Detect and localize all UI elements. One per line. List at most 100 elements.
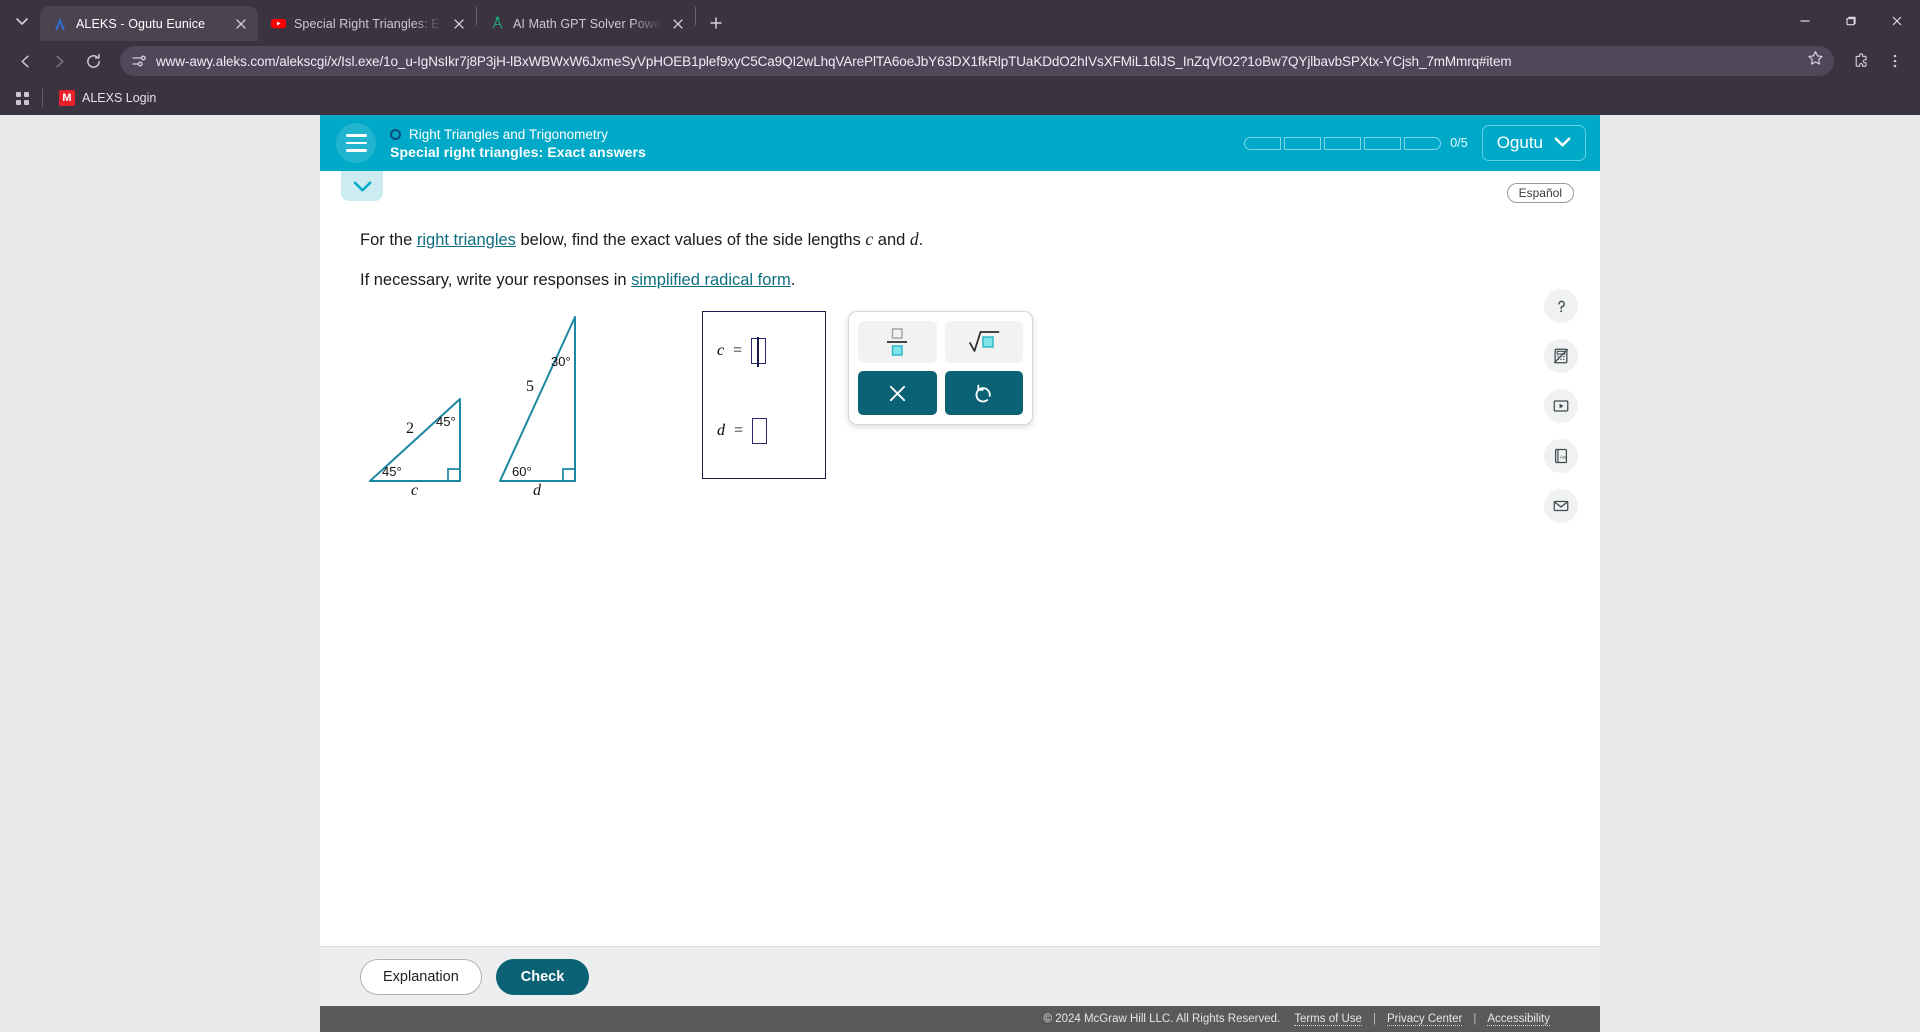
answer-input-panel[interactable]: c = d = xyxy=(702,311,826,479)
right-triangles-link[interactable]: right triangles xyxy=(417,231,516,249)
triangle-1-hypotenuse-label: 2 xyxy=(406,420,414,437)
separator: | xyxy=(1372,1013,1376,1025)
calculator-disabled-icon[interactable] xyxy=(1544,339,1578,373)
triangle-2-angle-top-right: 30° xyxy=(551,354,571,369)
q1-mid: below, find the exact values of the side… xyxy=(515,231,866,249)
omnibox-actions xyxy=(1807,50,1824,72)
extensions-icon[interactable] xyxy=(1846,46,1876,76)
help-icon[interactable] xyxy=(1544,289,1578,323)
answer-input-c[interactable] xyxy=(751,337,767,367)
browser-menu-icon[interactable] xyxy=(1880,46,1910,76)
user-name: Ogutu xyxy=(1496,133,1543,152)
glossary-icon[interactable]: Aa xyxy=(1544,439,1578,473)
browser-tab-0[interactable]: ALEKS - Ogutu Eunice xyxy=(40,6,258,41)
answer-label-d: d xyxy=(717,422,725,439)
page-title: Special right triangles: Exact answers xyxy=(390,143,646,160)
progress-count: 0/5 xyxy=(1450,136,1468,150)
q2-end: . xyxy=(790,271,796,289)
square-root-key[interactable] xyxy=(944,321,1023,363)
bookmark-item-0[interactable]: M ALEXS Login xyxy=(53,87,162,109)
triangle-1-angle-bottom-left: 45° xyxy=(382,464,402,479)
maximize-icon[interactable] xyxy=(1828,0,1874,41)
svg-text:Aa: Aa xyxy=(1560,454,1566,460)
browser-tab-1[interactable]: Special Right Triangles: Exact A xyxy=(258,6,476,41)
minimize-icon[interactable] xyxy=(1782,0,1828,41)
forward-icon[interactable] xyxy=(44,46,74,76)
accessibility-link[interactable]: Accessibility xyxy=(1487,1013,1550,1026)
fraction-key[interactable] xyxy=(858,321,937,363)
progress-segment xyxy=(1404,136,1442,150)
undo-button[interactable] xyxy=(944,371,1023,415)
triangle-2-hypotenuse-label: 5 xyxy=(526,378,534,395)
tab-search-button[interactable] xyxy=(4,6,40,36)
equals-sign: = xyxy=(734,422,744,439)
simplified-radical-form-link[interactable]: simplified radical form xyxy=(631,271,791,289)
collapse-panel-button[interactable] xyxy=(341,171,383,201)
separator: | xyxy=(1473,1013,1477,1025)
progress-segment xyxy=(1284,136,1322,150)
tab-divider xyxy=(695,7,696,25)
copyright-text: © 2024 McGraw Hill LLC. All Rights Reser… xyxy=(1043,1013,1281,1025)
q1-and: and xyxy=(873,231,910,249)
answer-row-d: d = xyxy=(717,418,768,444)
answer-input-d[interactable] xyxy=(752,418,768,444)
q1-var-d: d xyxy=(909,229,919,249)
keypad-symbol-row xyxy=(858,321,1023,363)
bookmark-star-icon[interactable] xyxy=(1807,50,1824,72)
question-body: For the right triangles below, find the … xyxy=(320,171,1600,496)
close-icon[interactable] xyxy=(232,15,250,33)
triangle-2-angle-bottom-left: 60° xyxy=(512,464,532,479)
address-bar[interactable]: www-awy.aleks.com/alekscgi/x/Isl.exe/1o_… xyxy=(120,46,1834,76)
aleks-app: Right Triangles and Trigonometry Special… xyxy=(320,115,1600,1032)
answer-row-c: c = xyxy=(717,337,767,367)
user-menu-button[interactable]: Ogutu xyxy=(1481,125,1586,161)
header-topic: Right Triangles and Trigonometry xyxy=(409,126,608,142)
triangle-1-angle-top-right: 45° xyxy=(436,414,456,429)
answer-label-c: c xyxy=(717,342,725,359)
chevron-down-icon xyxy=(1554,133,1571,153)
compass-icon xyxy=(489,16,505,32)
progress-segment xyxy=(1324,136,1362,150)
close-window-icon[interactable] xyxy=(1874,0,1920,41)
clear-button[interactable] xyxy=(858,371,937,415)
math-keypad-popup xyxy=(848,311,1033,425)
action-footer: Explanation Check xyxy=(320,946,1600,1006)
progress-circle-icon xyxy=(390,128,401,140)
triangles-figure: 2 45° 45° c 5 60° 30° d xyxy=(369,316,576,496)
aleks-a-icon xyxy=(52,16,68,32)
espanol-button[interactable]: Español xyxy=(1506,183,1574,203)
video-icon[interactable] xyxy=(1544,389,1578,423)
site-settings-icon[interactable] xyxy=(130,52,148,70)
explanation-button[interactable]: Explanation xyxy=(360,958,482,995)
check-button[interactable]: Check xyxy=(495,958,590,995)
triangle-1-base-label: c xyxy=(411,482,418,496)
bookmark-divider xyxy=(42,89,43,107)
copyright-bar: © 2024 McGraw Hill LLC. All Rights Reser… xyxy=(320,1006,1600,1032)
browser-tab-0-title: ALEKS - Ogutu Eunice xyxy=(76,16,206,31)
new-tab-button[interactable] xyxy=(702,9,730,37)
apps-grid-icon[interactable] xyxy=(12,88,32,108)
question-line-1: For the right triangles below, find the … xyxy=(360,229,1600,250)
equals-sign: = xyxy=(733,342,743,359)
bookmark-item-0-label: ALEXS Login xyxy=(82,91,157,105)
terms-of-use-link[interactable]: Terms of Use xyxy=(1294,1013,1362,1026)
header-topic-row: Right Triangles and Trigonometry xyxy=(390,127,1230,142)
privacy-center-link[interactable]: Privacy Center xyxy=(1386,1013,1463,1026)
browser-tab-2[interactable]: AI Math GPT Solver Powered b xyxy=(477,6,695,41)
message-icon[interactable] xyxy=(1544,489,1578,523)
window-controls xyxy=(1782,0,1920,41)
close-icon[interactable] xyxy=(669,15,687,33)
keypad-action-row xyxy=(858,371,1023,415)
youtube-icon xyxy=(270,16,286,32)
reload-icon[interactable] xyxy=(78,46,108,76)
q1-pre: For the xyxy=(360,231,417,249)
menu-icon[interactable] xyxy=(336,123,376,163)
back-icon[interactable] xyxy=(10,46,40,76)
browser-window: ALEKS - Ogutu Eunice Special Right Trian… xyxy=(0,0,1920,1032)
progress-bar xyxy=(1244,136,1442,150)
close-icon[interactable] xyxy=(450,15,468,33)
q2-pre: If necessary, write your responses in xyxy=(360,271,632,289)
progress-segment xyxy=(1364,136,1402,150)
url-text: www-awy.aleks.com/alekscgi/x/Isl.exe/1o_… xyxy=(156,53,1512,69)
work-area: 2 45° 45° c 5 60° 30° d c = d = xyxy=(360,311,1600,496)
